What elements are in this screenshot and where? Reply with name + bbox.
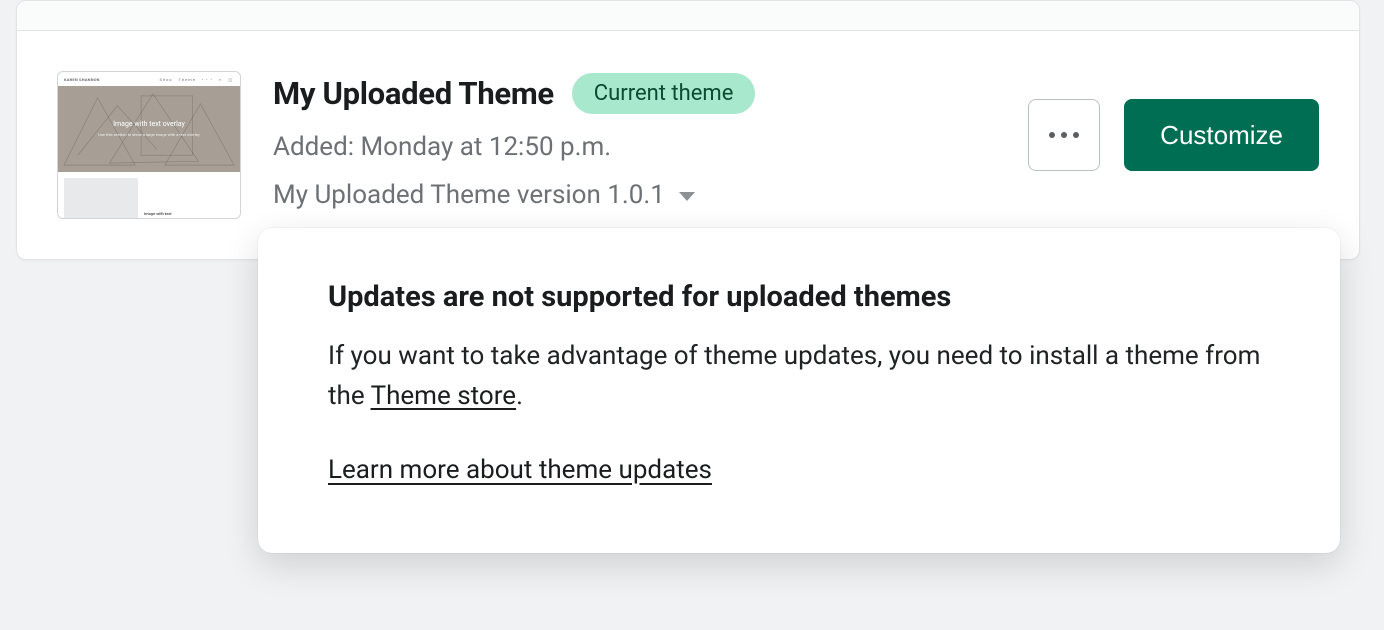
dot-icon: [1061, 132, 1067, 138]
theme-store-link[interactable]: Theme store: [371, 381, 517, 411]
chevron-down-icon: [679, 192, 695, 201]
thumbnail-lower: Image with text: [58, 172, 240, 219]
card-divider-top: [17, 1, 1359, 31]
current-theme-badge: Current theme: [572, 73, 756, 114]
thumbnail-hero-text: Image with text overlay Use this section…: [98, 120, 199, 137]
thumbnail-hero: Image with text overlay Use this section…: [58, 86, 240, 172]
theme-info: My Uploaded Theme Current theme Added: M…: [273, 71, 996, 210]
dot-icon: [1073, 132, 1079, 138]
learn-more-link[interactable]: Learn more about theme updates: [328, 455, 712, 485]
thumbnail-header: KAREN SHANNON Shop Theme • • • ⌕ 🛒: [58, 72, 240, 86]
thumbnail-hero-sub: Use this section to show a large image w…: [98, 132, 199, 138]
thumbnail-nav: Shop Theme • • • ⌕ 🛒: [159, 77, 234, 82]
popover-body: If you want to take advantage of theme u…: [328, 336, 1270, 417]
customize-button[interactable]: Customize: [1124, 99, 1319, 171]
popover-body-suffix: .: [516, 381, 523, 411]
thumbnail-hero-title: Image with text overlay: [113, 120, 185, 128]
theme-card: KAREN SHANNON Shop Theme • • • ⌕ 🛒 Image…: [16, 0, 1360, 260]
theme-actions: Customize: [1028, 99, 1319, 171]
thumbnail-side-text: Image with text: [144, 211, 172, 219]
added-timestamp: Added: Monday at 12:50 p.m.: [273, 132, 996, 162]
theme-thumbnail: KAREN SHANNON Shop Theme • • • ⌕ 🛒 Image…: [57, 71, 241, 219]
version-label: My Uploaded Theme version 1.0.1: [273, 180, 665, 210]
card-body: KAREN SHANNON Shop Theme • • • ⌕ 🛒 Image…: [17, 31, 1359, 259]
popover-heading: Updates are not supported for uploaded t…: [328, 280, 1270, 314]
more-actions-button[interactable]: [1028, 99, 1100, 171]
theme-title: My Uploaded Theme: [273, 75, 554, 112]
thumbnail-brand: KAREN SHANNON: [64, 77, 100, 82]
dot-icon: [1049, 132, 1055, 138]
title-row: My Uploaded Theme Current theme: [273, 73, 996, 114]
version-dropdown[interactable]: My Uploaded Theme version 1.0.1: [273, 180, 695, 210]
updates-popover: Updates are not supported for uploaded t…: [258, 228, 1340, 553]
thumbnail-image-placeholder: [64, 178, 138, 219]
